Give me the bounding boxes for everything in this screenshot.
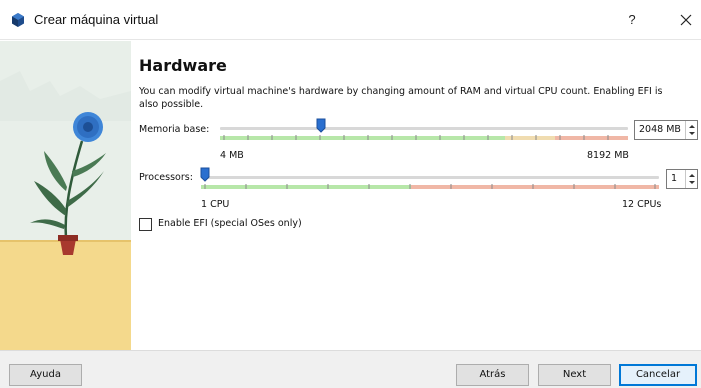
button-bar: Ayuda Atrás Next Cancelar [0, 350, 701, 388]
processors-max-label: 12 CPUs [622, 199, 662, 210]
memory-spinbox[interactable]: 2048 MB [634, 120, 698, 140]
processors-value: 1 [671, 173, 678, 184]
help-button[interactable]: ? [620, 8, 644, 32]
close-icon[interactable] [674, 8, 698, 32]
help-button[interactable]: Ayuda [9, 364, 82, 386]
next-button[interactable]: Next [538, 364, 611, 386]
hardware-page: Hardware You can modify virtual machine'… [131, 41, 701, 350]
memory-max-label: 8192 MB [587, 150, 629, 161]
spin-arrows-icon[interactable] [685, 170, 697, 188]
back-button[interactable]: Atrás [456, 364, 529, 386]
processors-min-label: 1 CPU [201, 199, 230, 210]
memory-label: Memoria base: [139, 124, 210, 135]
virtualbox-icon [12, 13, 24, 27]
spin-arrows-icon[interactable] [685, 121, 697, 139]
processors-slider-scale [201, 184, 659, 189]
title-bar: Crear máquina virtual ? [0, 0, 701, 40]
processors-spinbox[interactable]: 1 [666, 169, 698, 189]
wizard-illustration [0, 41, 131, 350]
page-title: Hardware [139, 56, 227, 75]
efi-label[interactable]: Enable EFI (special OSes only) [158, 218, 302, 229]
memory-slider-scale [220, 135, 628, 140]
memory-slider-handle[interactable] [316, 118, 326, 133]
window-title: Crear máquina virtual [34, 12, 159, 27]
processors-slider-track[interactable] [201, 176, 659, 179]
processors-label: Processors: [139, 172, 193, 183]
efi-checkbox[interactable] [139, 218, 152, 231]
plant-illustration [0, 41, 131, 350]
processors-slider-handle[interactable] [200, 167, 210, 182]
memory-min-label: 4 MB [220, 150, 244, 161]
page-description: You can modify virtual machine's hardwar… [139, 86, 663, 110]
memory-slider-track[interactable] [220, 127, 628, 130]
memory-value: 2048 MB [639, 124, 681, 135]
cancel-button[interactable]: Cancelar [619, 364, 697, 386]
